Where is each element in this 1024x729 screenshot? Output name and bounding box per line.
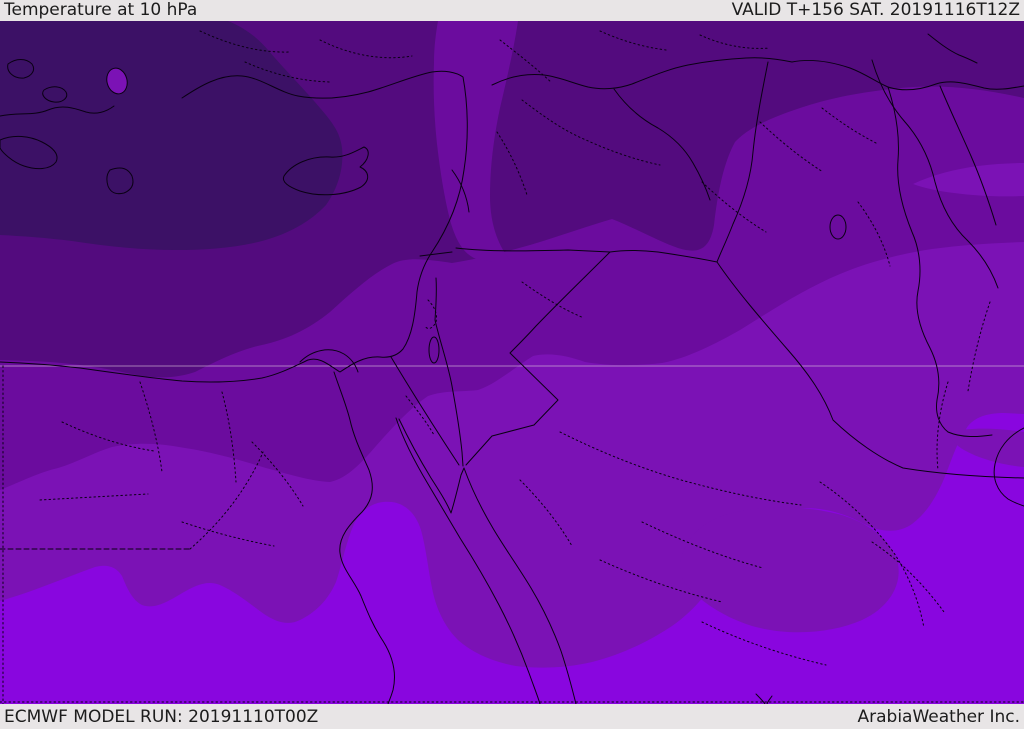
- weather-map-canvas: [0, 21, 1024, 704]
- valid-time-label: VALID T+156 SAT. 20191116T12Z: [731, 0, 1020, 20]
- footer-bar: ECMWF MODEL RUN: 20191110T00Z ArabiaWeat…: [0, 704, 1024, 729]
- credit-label: ArabiaWeather Inc.: [857, 707, 1021, 727]
- model-run-label: ECMWF MODEL RUN: 20191110T00Z: [4, 707, 319, 727]
- map-title: Temperature at 10 hPa: [4, 0, 198, 20]
- header-bar: Temperature at 10 hPa VALID T+156 SAT. 2…: [0, 0, 1024, 21]
